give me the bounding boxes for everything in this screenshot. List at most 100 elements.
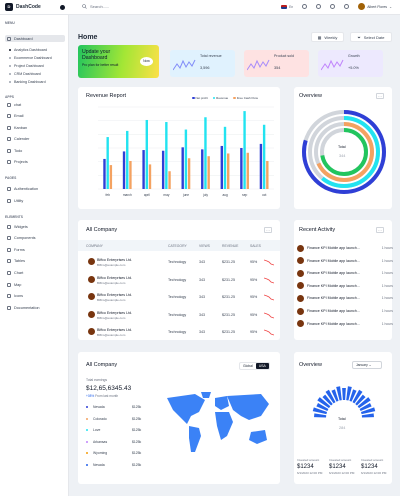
toggle-usa[interactable]: USA	[255, 363, 269, 369]
activity-item[interactable]: Finance KPI Mobile app launch... 1 hours	[297, 293, 393, 303]
sidebar-item-app-4-label: Todo	[14, 148, 23, 153]
sidebar-item-element-4[interactable]: Chart	[5, 269, 65, 276]
sidebar-sub-0[interactable]: Analytics Dashboard	[9, 48, 47, 52]
bar-revenue-july	[204, 117, 207, 189]
x-tick-label: feb	[106, 193, 111, 197]
activity-more-button[interactable]: …	[376, 227, 384, 233]
column-header[interactable]: SALES	[250, 244, 261, 248]
search-icon	[82, 4, 87, 9]
sidebar-item-page-1[interactable]: Utility	[5, 197, 65, 204]
table-row[interactable]: Biffco Enterprises Ltd. Biffco@example.co…	[78, 307, 280, 325]
activity-item[interactable]: Finance KPI Mobile app launch... 1 hours	[297, 306, 393, 316]
gauge-segment	[314, 413, 327, 418]
bullet-icon	[9, 73, 11, 75]
app-logo[interactable]: D DashCode	[5, 3, 41, 11]
invested-value: $1234	[361, 464, 378, 470]
activity-item[interactable]: Finance KPI Mobile app launch... 1 hours	[297, 268, 393, 278]
table-row[interactable]: Biffco Enterprises Ltd. Biffco@example.co…	[78, 324, 280, 342]
activity-avatar	[297, 307, 304, 315]
language-label: En	[288, 4, 294, 9]
state-color-dot	[86, 429, 88, 431]
sidebar-item-element-2-label: Forms	[14, 247, 25, 252]
theme-toggle-icon[interactable]	[302, 4, 308, 9]
sidebar-sub-2-label: Project Dashboard	[14, 64, 44, 68]
company-name: Biffco Enterprises Ltd.	[97, 328, 133, 332]
sidebar-item-element-0[interactable]: Widgets	[5, 223, 65, 230]
column-header[interactable]: REVENUE	[222, 244, 238, 248]
user-menu[interactable]: Albert Flores ⌄	[358, 3, 392, 10]
company-sales: 95%	[250, 277, 258, 282]
weekly-button[interactable]: ▦ Weekly	[311, 32, 344, 42]
sidebar-item-page-0[interactable]: Authentication	[5, 185, 65, 192]
sidebar-item-app-1[interactable]: Email	[5, 113, 65, 120]
sidebar-item-element-5-icon	[7, 282, 11, 287]
sidebar-item-app-5[interactable]: Projects	[5, 159, 65, 166]
earnings-change-row: +08% From last month	[86, 394, 118, 398]
legend-swatch	[212, 96, 216, 100]
map-europe	[215, 396, 229, 410]
sidebar-item-element-1[interactable]: Components	[5, 235, 65, 242]
search-bar[interactable]: Search......	[82, 4, 109, 9]
state-value: $125k	[132, 439, 142, 444]
sidebar-item-element-5[interactable]: Map	[5, 281, 65, 288]
sidebar-item-app-3[interactable]: Calender	[5, 136, 65, 143]
sidebar-item-dashboard[interactable]: Dashboard	[5, 35, 65, 42]
month-select[interactable]: January ⌄	[352, 361, 382, 369]
sidebar-item-element-7[interactable]: Documentation	[5, 304, 65, 311]
sidebar-sub-4[interactable]: Banking Dashboard	[9, 80, 46, 84]
mail-icon[interactable]	[330, 4, 336, 9]
map-australia	[249, 430, 267, 444]
column-header[interactable]: COMPANY	[86, 244, 103, 248]
column-header[interactable]: VIEWS	[199, 244, 210, 248]
invested-date: 6/1/2023 12:00 PM	[329, 471, 355, 475]
sidebar-item-app-2[interactable]: Kanban	[5, 124, 65, 131]
table-row[interactable]: Biffco Enterprises Ltd. Biffco@example.co…	[78, 272, 280, 290]
sidebar-item-app-0[interactable]: chat	[5, 101, 65, 108]
toggle-global[interactable]: Global	[240, 363, 256, 369]
sidebar-item-element-1-icon	[7, 236, 11, 241]
avatar	[358, 3, 366, 10]
sidebar-sub-2[interactable]: Project Dashboard	[9, 64, 44, 68]
bar-revenue-march	[126, 130, 129, 189]
activity-item[interactable]: Finance KPI Mobile app launch... 1 hours	[297, 243, 393, 253]
sidebar-item-element-6[interactable]: Icons	[5, 293, 65, 300]
activity-item[interactable]: Finance KPI Mobile app launch... 1 hours	[297, 256, 393, 266]
region-toggle[interactable]: Global USA	[239, 362, 270, 370]
activity-avatar	[297, 269, 304, 277]
activity-item[interactable]: Finance KPI Mobile app launch... 1 hours	[297, 281, 393, 291]
settings-icon[interactable]	[316, 4, 322, 9]
select-date-button[interactable]: ⏷ Select Date	[350, 32, 392, 42]
company-email: Biffco@example.com	[97, 315, 126, 320]
sidebar-item-element-1-label: Components	[14, 236, 36, 241]
table-row[interactable]: Biffco Enterprises Ltd. Biffco@example.co…	[78, 289, 280, 307]
legend-label: Revenue	[216, 96, 229, 100]
sidebar-sub-0-label: Analytics Dashboard	[14, 48, 47, 52]
company-table-title: All Company	[86, 227, 118, 233]
promo-now-button[interactable]: Now	[140, 57, 153, 66]
sidebar-item-element-3[interactable]: Tables	[5, 258, 65, 265]
table-row[interactable]: Biffco Enterprises Ltd. Biffco@example.co…	[78, 254, 280, 272]
column-header[interactable]: CATEGORY	[168, 244, 187, 248]
trend-down-icon	[264, 277, 274, 283]
us-flag-icon	[280, 4, 287, 9]
sidebar-item-page-0-label: Authentication	[14, 186, 39, 191]
sidebar-sub-3[interactable]: CRM Dashboard	[9, 72, 41, 76]
activity-time: 1 hours	[381, 258, 393, 263]
company-more-button[interactable]: …	[264, 227, 272, 233]
activity-text: Finance KPI Mobile app launch...	[307, 296, 360, 301]
company-avatar	[88, 293, 95, 300]
notification-bell-icon[interactable]	[344, 4, 350, 9]
earnings-value: $12,65,6345.43	[86, 385, 132, 392]
sidebar-toggle-icon[interactable]	[60, 5, 65, 10]
sidebar-item-element-2[interactable]: Forms	[5, 246, 65, 253]
sidebar-item-app-4[interactable]: Todo	[5, 147, 65, 154]
activity-time: 1 hours	[381, 246, 393, 250]
sidebar-item-app-2-label: Kanban	[14, 125, 28, 130]
state-color-dot	[86, 406, 88, 408]
sidebar-item-element-0-icon	[7, 224, 11, 229]
language-selector[interactable]: En	[280, 4, 294, 9]
sidebar-item-dashboard-icon	[7, 36, 11, 41]
activity-item[interactable]: Finance KPI Mobile app launch... 1 hours	[297, 319, 393, 329]
sidebar-sub-1[interactable]: Ecommerce Dashboard	[9, 56, 52, 60]
overview-more-button[interactable]: …	[376, 93, 384, 99]
